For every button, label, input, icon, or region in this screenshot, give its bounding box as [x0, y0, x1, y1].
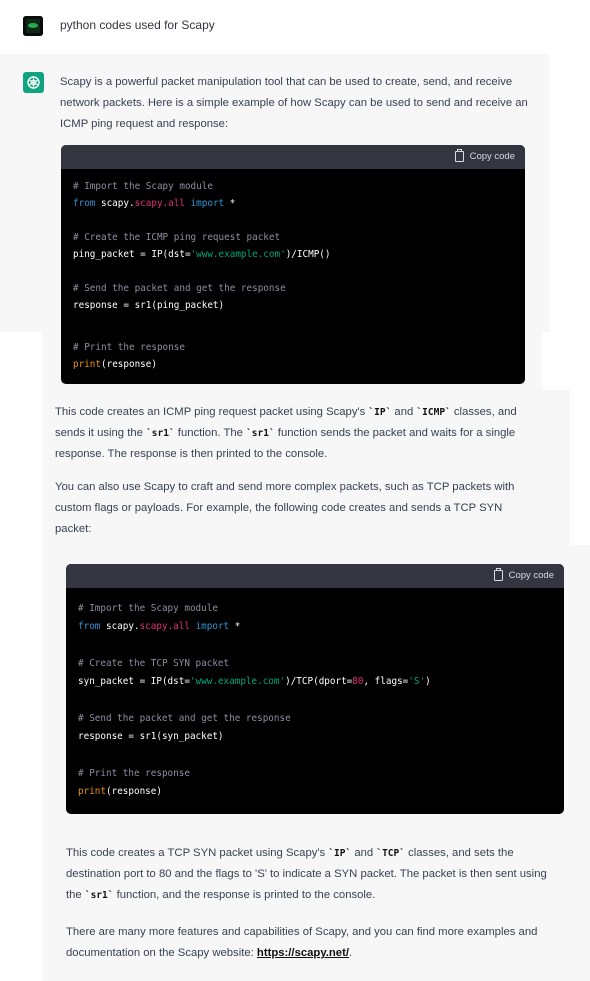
code-header: Copy code — [61, 145, 525, 169]
code-comment: # Print the response — [73, 342, 185, 353]
code-block-2: Copy code # Import the Scapy module from… — [66, 564, 564, 814]
code-line-packet: ping_packet = IP(dst='www.example.com')/… — [73, 249, 331, 260]
explanation-paragraph-2: You can also use Scapy to craft and send… — [55, 481, 515, 535]
code-comment: # Create the ICMP ping request packet — [73, 232, 281, 243]
intro-paragraph: Scapy is a powerful packet manipulation … — [60, 76, 528, 130]
user-message-row: python codes used for Scapy — [0, 0, 590, 54]
code-body: # Import the Scapy module from scapy.sca… — [78, 603, 431, 797]
code-line-import: from scapy.scapy.all import * — [78, 621, 241, 632]
code-header: Copy code — [66, 564, 564, 588]
copy-code-button[interactable]: Copy code — [493, 568, 554, 581]
code-comment: # Send the packet and get the response — [73, 283, 286, 294]
clipboard-icon — [454, 149, 464, 162]
user-message-text: python codes used for Scapy — [60, 18, 215, 32]
code-line-import: from scapy.scapy.all import * — [73, 198, 236, 209]
code-comment: # Create the TCP SYN packet — [78, 658, 230, 669]
code-line-send: response = sr1(ping_packet) — [73, 300, 225, 311]
code-block-1: Copy code # Import the Scapy module from… — [61, 145, 525, 384]
explanation-paragraph-3: This code creates a TCP SYN packet using… — [66, 847, 547, 901]
closing-paragraph: There are many more features and capabil… — [66, 926, 538, 959]
code-line-packet: syn_packet = IP(dst='www.example.com')/T… — [78, 676, 431, 687]
copy-code-label: Copy code — [469, 151, 515, 162]
copy-code-label: Copy code — [508, 570, 554, 581]
code-body: # Import the Scapy module from scapy.sca… — [73, 181, 330, 370]
user-avatar — [23, 16, 43, 36]
code-line-print: print(response) — [73, 359, 157, 370]
clipboard-icon — [493, 568, 503, 581]
scapy-website-link[interactable]: https://scapy.net/ — [257, 947, 349, 959]
code-comment: # Import the Scapy module — [78, 603, 218, 614]
code-line-send: response = sr1(syn_packet) — [78, 731, 224, 742]
code-comment: # Print the response — [78, 768, 190, 779]
copy-code-button[interactable]: Copy code — [454, 149, 515, 162]
chatgpt-logo-icon — [23, 72, 44, 93]
explanation-paragraph-1: This code creates an ICMP ping request p… — [55, 406, 517, 460]
code-comment: # Import the Scapy module — [73, 181, 213, 192]
code-comment: # Send the packet and get the response — [78, 713, 291, 724]
code-line-print: print(response) — [78, 786, 162, 797]
